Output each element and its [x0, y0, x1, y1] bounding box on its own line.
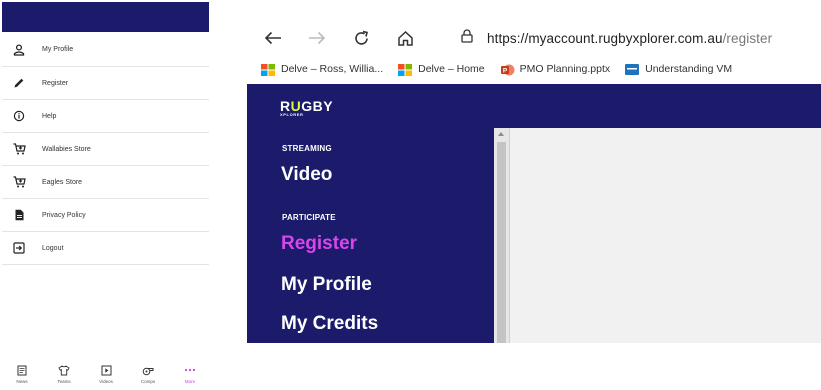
windows-logo-icon — [398, 63, 413, 76]
person-icon — [2, 43, 36, 56]
tab-label: More — [184, 379, 196, 384]
svg-text:P: P — [502, 67, 507, 74]
url-host: https://myaccount.rugbyxplorer.com.au — [487, 30, 723, 46]
tab-label: Videos — [99, 379, 113, 384]
news-icon — [17, 364, 27, 376]
cart-icon — [2, 176, 36, 188]
refresh-icon — [354, 30, 368, 45]
menu-item-register[interactable]: Register — [2, 67, 209, 100]
rugby-xplorer-logo[interactable]: RUGBY XPLORER — [280, 98, 333, 117]
tab-label: Comps — [140, 379, 156, 384]
menu-item-wallabies-store[interactable]: Wallabies Store — [2, 133, 209, 166]
tab-label: Teams — [57, 379, 71, 384]
whistle-icon — [142, 364, 154, 376]
scrollbar-thumb[interactable] — [497, 142, 506, 343]
scroll-up-arrow-icon[interactable] — [498, 132, 504, 136]
back-button[interactable] — [261, 26, 285, 50]
home-button[interactable] — [393, 26, 417, 50]
reload-button[interactable] — [349, 26, 373, 50]
menu-item-privacy-policy[interactable]: Privacy Policy — [2, 199, 209, 232]
menu-item-eagles-store[interactable]: Eagles Store — [2, 166, 209, 199]
browser-window: https://myaccount.rugbyxplorer.com.au/re… — [247, 0, 821, 343]
browser-toolbar: https://myaccount.rugbyxplorer.com.au/re… — [247, 18, 821, 58]
menu-item-label: Wallabies Store — [42, 145, 91, 153]
menu-item-label: Logout — [42, 244, 64, 252]
nav-link-register[interactable]: Register — [281, 233, 357, 255]
tab-label: News — [16, 379, 28, 384]
bookmark-pmo-planning[interactable]: P PMO Planning.pptx — [500, 63, 610, 75]
tab-teams[interactable]: Teams — [44, 364, 84, 390]
more-menu: My Profile Register Help Wallabies Store… — [0, 33, 211, 265]
main-content-area — [494, 128, 821, 343]
tab-more[interactable]: More — [170, 364, 210, 390]
tab-videos[interactable]: Videos — [86, 364, 126, 390]
bookmark-icon — [625, 63, 640, 75]
windows-logo-icon — [261, 63, 275, 76]
home-icon — [397, 30, 413, 46]
section-label-participate: PARTICIPATE — [282, 213, 336, 222]
menu-item-help[interactable]: Help — [2, 100, 209, 133]
logout-icon — [2, 242, 36, 254]
bookmark-delve-home[interactable]: Delve – Home — [398, 63, 485, 76]
vertical-scrollbar[interactable] — [494, 128, 510, 343]
menu-item-label: Register — [42, 79, 69, 87]
menu-item-label: Privacy Policy — [42, 211, 86, 219]
tab-comps[interactable]: Comps — [128, 364, 168, 390]
shirt-icon — [58, 364, 70, 376]
menu-item-logout[interactable]: Logout — [2, 232, 209, 265]
info-icon — [2, 110, 36, 122]
rugbyxplorer-page: RUGBY XPLORER STREAMING Video PARTICIPAT… — [247, 84, 821, 343]
mobile-app-panel: My Profile Register Help Wallabies Store… — [0, 0, 211, 390]
document-icon — [2, 209, 36, 221]
bookmark-label: PMO Planning.pptx — [519, 63, 611, 75]
menu-item-label: Help — [42, 112, 57, 120]
bottom-tab-bar: News Teams Videos Comps More — [0, 364, 211, 390]
section-label-streaming: STREAMING — [282, 144, 332, 153]
powerpoint-icon: P — [500, 64, 515, 75]
bookmark-label: Delve – Home — [418, 63, 485, 75]
bookmark-label: Understanding VM — [645, 63, 733, 75]
cart-icon — [2, 143, 36, 155]
bookmark-label: Delve – Ross, Willia... — [281, 63, 384, 75]
nav-link-video[interactable]: Video — [281, 164, 332, 186]
app-header-bar — [2, 2, 209, 32]
tab-news[interactable]: News — [2, 364, 42, 390]
menu-item-label: My Profile — [42, 46, 74, 53]
play-icon — [101, 364, 112, 376]
lock-icon — [461, 28, 473, 48]
url-text: https://myaccount.rugbyxplorer.com.au/re… — [487, 31, 772, 46]
arrow-left-icon — [264, 31, 281, 45]
forward-button[interactable] — [305, 26, 329, 50]
bookmarks-bar: Delve – Ross, Willia... Delve – Home P P… — [247, 58, 821, 80]
arrow-right-icon — [309, 31, 326, 45]
menu-item-my-profile[interactable]: My Profile — [2, 33, 209, 67]
pencil-icon — [2, 77, 36, 89]
bookmark-delve-ross[interactable]: Delve – Ross, Willia... — [261, 63, 384, 76]
menu-item-label: Eagles Store — [42, 178, 83, 186]
nav-link-my-credits[interactable]: My Credits — [281, 313, 378, 335]
url-path: /register — [722, 30, 773, 46]
nav-link-my-profile[interactable]: My Profile — [281, 274, 372, 296]
bookmark-understanding-vm[interactable]: Understanding VM — [625, 63, 732, 75]
more-icon — [184, 364, 196, 376]
address-bar[interactable]: https://myaccount.rugbyxplorer.com.au/re… — [461, 26, 772, 50]
